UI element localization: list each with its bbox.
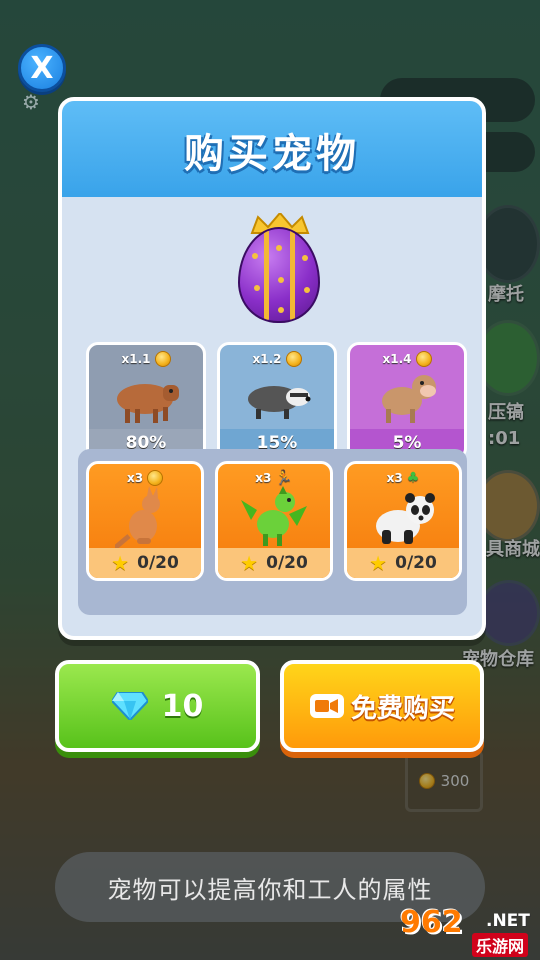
- multiplier-text: x1.2: [252, 352, 282, 366]
- progress-text: 0/20: [266, 553, 308, 573]
- multiplier-text: x3: [126, 471, 144, 485]
- pet-multiplier: x1.2: [220, 351, 334, 367]
- site-watermark: 962 .NET 乐游网: [400, 905, 536, 957]
- pet-multiplier: x1.1: [89, 351, 203, 367]
- coin-icon: [147, 470, 164, 486]
- pet-progress: ★ 0/20: [347, 548, 459, 578]
- gem-cost: 10: [161, 688, 204, 724]
- pet-multiplier: x3 ♣: [347, 470, 459, 486]
- star-icon: ★: [240, 551, 259, 575]
- close-icon: X: [30, 50, 54, 86]
- pet-card-panda[interactable]: x3 ♣ ★ 0/20: [344, 461, 462, 581]
- diamond-icon: [111, 692, 148, 720]
- badger-pet-icon: [248, 386, 311, 419]
- progress-text: 0/20: [395, 553, 437, 573]
- progress-text: 0/20: [137, 553, 179, 573]
- watermark-number: 962: [400, 905, 463, 940]
- pet-progress: ★ 0/20: [218, 548, 330, 578]
- pet-card-capybara[interactable]: x1.1 80%: [86, 342, 206, 460]
- multiplier-text: x1.4: [382, 352, 412, 366]
- free-buy-label: 免费购买: [350, 693, 455, 724]
- pet-card-monkey[interactable]: x1.4 5%: [347, 342, 467, 460]
- dialog-title: 购买宠物: [184, 131, 360, 177]
- pet-card-kangaroo[interactable]: x3 ★ 0/20: [86, 461, 204, 581]
- pet-multiplier: x3 🏃: [218, 470, 330, 486]
- gear-icon: ⚙: [22, 90, 40, 114]
- coin-icon: [285, 351, 302, 367]
- buy-with-gems-button[interactable]: 10: [55, 660, 260, 752]
- pet-card-dragon[interactable]: x3 🏃 ★ 0/20: [215, 461, 333, 581]
- clover-luck-icon: ♣: [406, 470, 420, 486]
- multiplier-text: x3: [386, 471, 403, 485]
- capybara-pet-icon: [117, 384, 179, 423]
- pet-progress: ★ 0/20: [89, 548, 201, 578]
- kangaroo-pet-icon: [115, 486, 160, 550]
- pet-card-badger[interactable]: x1.2 15%: [217, 342, 337, 460]
- star-icon: ★: [111, 551, 130, 575]
- panda-pet-icon: [376, 493, 435, 544]
- close-button[interactable]: X: [18, 44, 66, 92]
- multiplier-text: x1.1: [121, 352, 151, 366]
- watermark-site: 乐游网: [472, 933, 529, 957]
- star-icon: ★: [369, 551, 388, 575]
- video-icon: [309, 694, 344, 718]
- monkey-pet-icon: [382, 375, 436, 423]
- collect-pets-tray: x3 ★ 0/20 x3 🏃 ★ 0/20 x3 ♣ ★ 0/20: [78, 449, 467, 615]
- pet-multiplier: x1.4: [350, 351, 464, 367]
- coin-icon: [154, 351, 171, 367]
- runner-speed-icon: 🏃: [275, 470, 293, 486]
- pet-multiplier: x3: [89, 470, 201, 486]
- watermark-suffix: .NET: [486, 911, 530, 931]
- pet-egg-icon: [236, 213, 326, 325]
- dialog-header: 购买宠物: [62, 101, 482, 197]
- multiplier-text: x3: [255, 471, 272, 485]
- dragon-pet-icon: [241, 486, 307, 546]
- coin-icon: [415, 351, 432, 367]
- buy-pet-dialog: 购买宠物 x1.1 80% x1.2 15% x1.4 5% x3 ★ 0/20…: [58, 97, 486, 640]
- free-buy-button[interactable]: 免费购买: [280, 660, 484, 752]
